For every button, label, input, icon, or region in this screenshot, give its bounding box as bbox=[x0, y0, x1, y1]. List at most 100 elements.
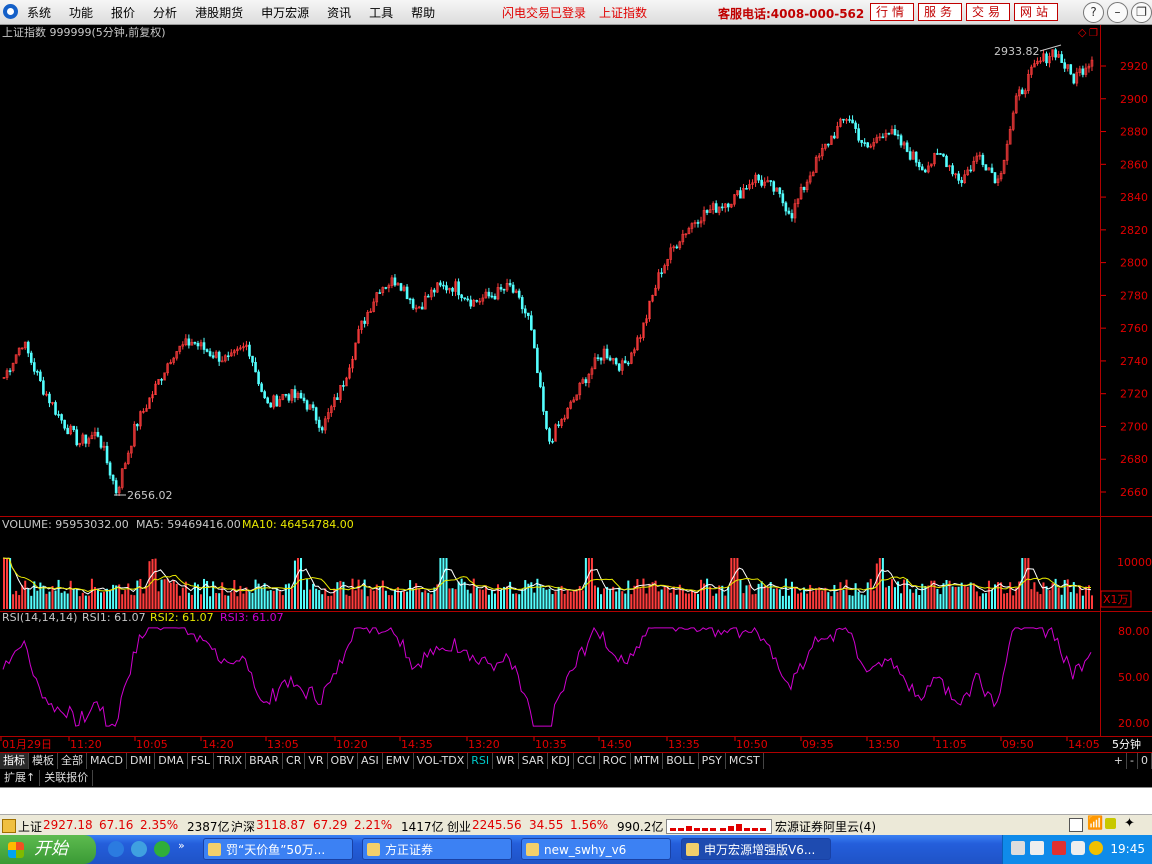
tab-boll[interactable]: BOLL bbox=[663, 753, 699, 769]
price-tick-label: 2680 bbox=[1120, 453, 1148, 466]
tab-fsl[interactable]: FSL bbox=[188, 753, 214, 769]
login-status[interactable]: 闪电交易已登录 bbox=[502, 4, 586, 21]
tab-emv[interactable]: EMV bbox=[383, 753, 414, 769]
volume-bar bbox=[269, 590, 272, 609]
start-button[interactable]: 开始 bbox=[0, 835, 96, 864]
trade-button[interactable]: 交易 bbox=[966, 3, 1011, 21]
menu-item-help[interactable]: 帮助 bbox=[411, 4, 435, 21]
volume-bar bbox=[166, 578, 169, 609]
kline-chart[interactable]: 上证指数 999999(5分钟,前复权) 2933.82 2656.02 ◇ ❐… bbox=[0, 25, 1152, 753]
tab-asi[interactable]: ASI bbox=[358, 753, 383, 769]
status-window-icon[interactable] bbox=[1069, 818, 1083, 832]
menu-item-function[interactable]: 功能 bbox=[69, 4, 93, 21]
candle-body bbox=[136, 424, 139, 427]
quicklaunch-more-icon[interactable]: » bbox=[178, 839, 185, 852]
taskbar-item-swhy[interactable]: 申万宏源增强版V6... bbox=[681, 838, 831, 860]
tab-vol-tdx[interactable]: VOL-TDX bbox=[414, 753, 469, 769]
bell-icon[interactable] bbox=[1105, 818, 1116, 829]
settings-icon[interactable]: ✦ bbox=[1124, 816, 1135, 831]
volume-bar bbox=[303, 589, 306, 609]
top-button-group: 行情 服务 交易 网站 bbox=[870, 3, 1059, 21]
tab-indicator[interactable]: 指标 bbox=[0, 753, 29, 769]
menu-item-hk-futures[interactable]: 港股期货 bbox=[195, 4, 243, 21]
tray-app-icon[interactable] bbox=[1030, 841, 1044, 855]
ie-icon[interactable] bbox=[108, 841, 124, 857]
volume-bar bbox=[906, 578, 909, 609]
tab-roc[interactable]: ROC bbox=[600, 753, 631, 769]
candle-body bbox=[893, 129, 897, 136]
tab-cr[interactable]: CR bbox=[283, 753, 306, 769]
volume-bar bbox=[57, 579, 60, 609]
signal-icon[interactable]: 📶 bbox=[1087, 816, 1103, 831]
tab-obv[interactable]: OBV bbox=[328, 753, 358, 769]
tab-kdj[interactable]: KDJ bbox=[548, 753, 574, 769]
tab-mcst[interactable]: MCST bbox=[726, 753, 764, 769]
menu-item-swhy[interactable]: 申万宏源 bbox=[261, 4, 309, 21]
window-restore-icon[interactable]: ❐ bbox=[1089, 28, 1098, 39]
tab-wr[interactable]: WR bbox=[493, 753, 519, 769]
current-index-name[interactable]: 上证指数 bbox=[599, 4, 647, 21]
volume-bar bbox=[1075, 593, 1078, 609]
sh-index-label: 上证 bbox=[18, 820, 43, 834]
restore-icon[interactable]: ❐ bbox=[1131, 2, 1152, 23]
volume-bar bbox=[299, 558, 303, 609]
tab-sar[interactable]: SAR bbox=[519, 753, 549, 769]
chrome-icon[interactable] bbox=[154, 841, 170, 857]
volume-bar bbox=[506, 586, 509, 609]
tab-remove-button[interactable]: - bbox=[1127, 753, 1138, 769]
menu-item-info[interactable]: 资讯 bbox=[327, 4, 351, 21]
tab-dma[interactable]: DMA bbox=[155, 753, 188, 769]
tab-reset-button[interactable]: 0 bbox=[1138, 753, 1152, 769]
tab-mtm[interactable]: MTM bbox=[631, 753, 664, 769]
tab-cci[interactable]: CCI bbox=[574, 753, 600, 769]
taskbar-item-folder[interactable]: new_swhy_v6 bbox=[521, 838, 671, 860]
tray-shield-icon[interactable] bbox=[1071, 841, 1085, 855]
candle-body bbox=[1063, 62, 1066, 69]
tab-rsi[interactable]: RSI bbox=[468, 753, 494, 769]
candle-body bbox=[833, 135, 836, 139]
price-tick-label: 2700 bbox=[1120, 420, 1148, 433]
tab-vr[interactable]: VR bbox=[305, 753, 328, 769]
status-lock-icon[interactable] bbox=[2, 819, 16, 833]
menu-item-tools[interactable]: 工具 bbox=[369, 4, 393, 21]
website-button[interactable]: 网站 bbox=[1014, 3, 1059, 21]
tab-all[interactable]: 全部 bbox=[58, 753, 87, 769]
high-label: 2933.82 bbox=[994, 45, 1040, 58]
price-tick-label: 2920 bbox=[1120, 60, 1148, 73]
help-icon[interactable]: ? bbox=[1083, 2, 1104, 23]
service-button[interactable]: 服务 bbox=[918, 3, 963, 21]
tab-add-button[interactable]: + bbox=[1111, 753, 1128, 769]
volume-bar bbox=[66, 593, 69, 609]
related-quotes-tab[interactable]: 关联报价 bbox=[40, 770, 94, 786]
menu-item-analysis[interactable]: 分析 bbox=[153, 4, 177, 21]
volume-bar bbox=[533, 592, 536, 609]
quote-button[interactable]: 行情 bbox=[870, 3, 915, 21]
tab-macd[interactable]: MACD bbox=[87, 753, 127, 769]
tray-flag-icon[interactable] bbox=[1052, 841, 1066, 855]
tab-dmi[interactable]: DMI bbox=[127, 753, 156, 769]
minimize-icon[interactable]: – bbox=[1107, 2, 1128, 23]
candle-body bbox=[187, 338, 191, 346]
candle-body bbox=[211, 355, 215, 358]
period-label[interactable]: 5分钟 bbox=[1112, 737, 1141, 751]
tab-trix[interactable]: TRIX bbox=[214, 753, 247, 769]
tab-psy[interactable]: PSY bbox=[699, 753, 726, 769]
menu-item-system[interactable]: 系统 bbox=[27, 4, 51, 21]
volume-bar bbox=[266, 590, 269, 609]
tray-volume-icon[interactable] bbox=[1089, 841, 1103, 855]
diamond-icon[interactable]: ◇ bbox=[1078, 26, 1087, 39]
taskbar-item-browser[interactable]: 罚“天价鱼”50万... bbox=[203, 838, 353, 860]
tray-monitor-icon[interactable] bbox=[1011, 841, 1025, 855]
candle-body bbox=[105, 445, 109, 464]
time-tick-label: 11:05 bbox=[935, 738, 967, 751]
broker-server[interactable]: 宏源证券阿里云(4) bbox=[775, 818, 876, 835]
tab-brar[interactable]: BRAR bbox=[246, 753, 284, 769]
candle-body bbox=[517, 290, 521, 298]
browser-icon[interactable] bbox=[131, 841, 147, 857]
tab-template[interactable]: 模板 bbox=[29, 753, 58, 769]
candle-body bbox=[317, 419, 321, 428]
taskbar-item-fzzq[interactable]: 方正证券 bbox=[362, 838, 512, 860]
menu-item-quote[interactable]: 报价 bbox=[111, 4, 135, 21]
expand-tab[interactable]: 扩展↑ bbox=[0, 770, 41, 786]
candle-body bbox=[260, 383, 263, 392]
